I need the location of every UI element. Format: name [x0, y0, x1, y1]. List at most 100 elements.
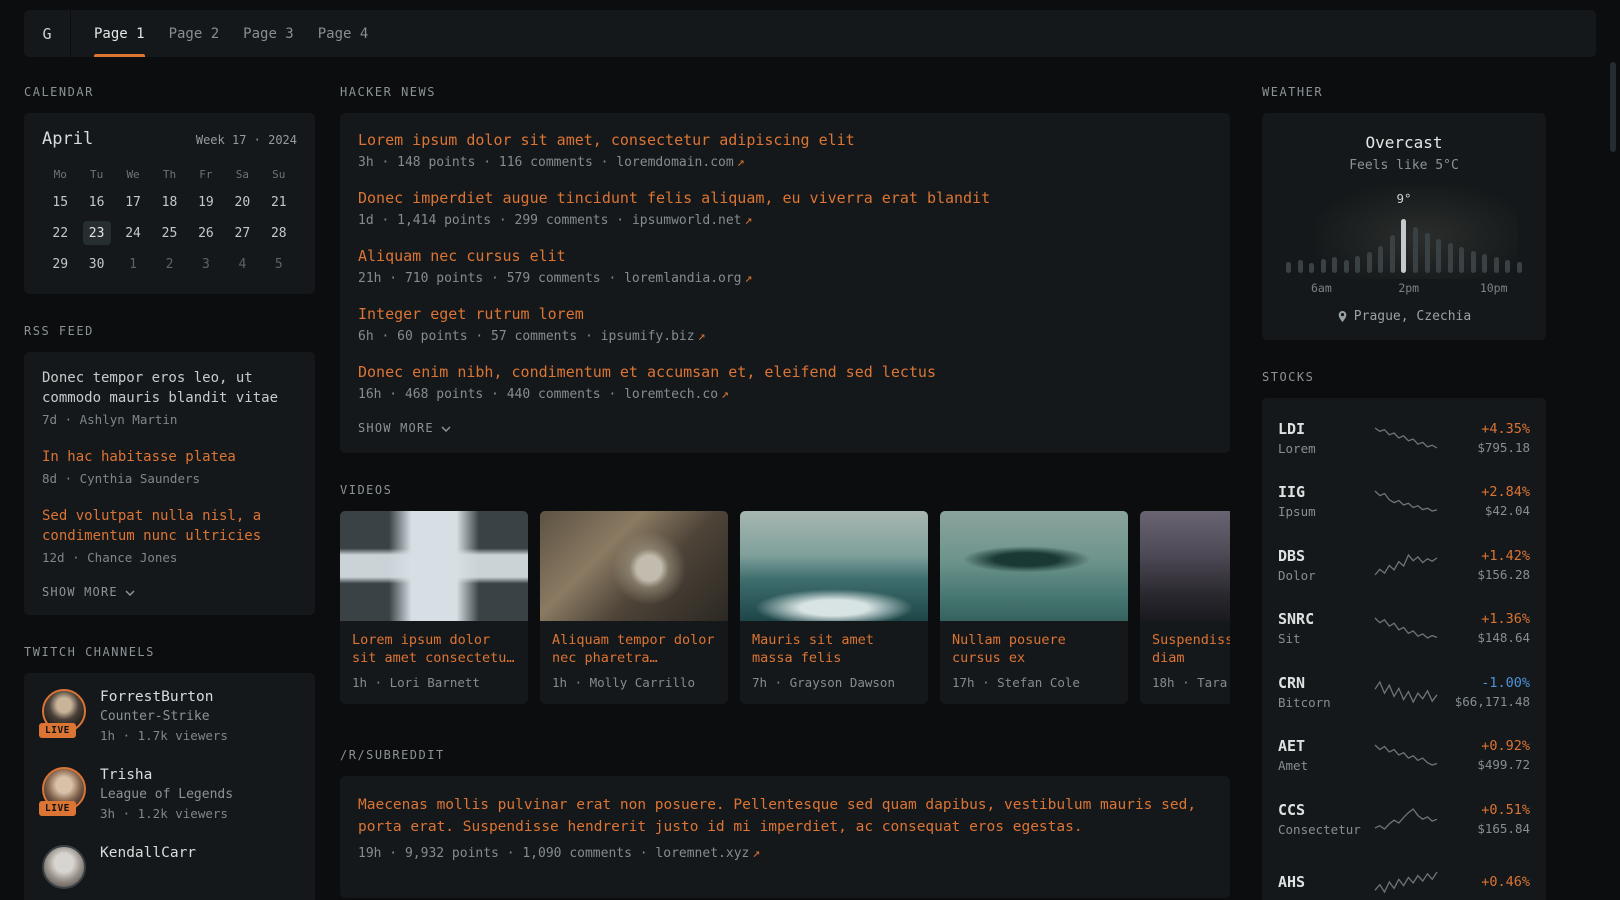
right-column: WEATHER Overcast Feels like 5°C 9° 6am 2…	[1262, 85, 1546, 900]
video-card[interactable]: Lorem ipsum dolor sit amet consectetu… 1…	[340, 511, 528, 704]
stock-row[interactable]: SNRC Sit +1.36% $148.64	[1278, 597, 1530, 661]
stocks-section-title: STOCKS	[1262, 370, 1546, 384]
stock-price: $165.84	[1438, 821, 1530, 836]
weather-location-label: Prague, Czechia	[1354, 309, 1471, 324]
video-thumbnail[interactable]	[740, 511, 928, 621]
video-meta: 18h · Tara	[1152, 675, 1230, 690]
hn-item-source[interactable]: loremtech.co↗	[624, 387, 729, 402]
stock-ticker: IIG	[1278, 483, 1374, 501]
weather-location: Prague, Czechia	[1280, 309, 1528, 324]
calendar-day: 29	[42, 252, 78, 276]
hackernews-widget: HACKER NEWS Lorem ipsum dolor sit amet, …	[340, 85, 1230, 453]
hn-item-title[interactable]: Integer eget rutrum lorem	[358, 305, 1212, 324]
stock-change: +4.35%	[1438, 421, 1530, 437]
reddit-post: Maecenas mollis pulvinar erat non posuer…	[358, 794, 1212, 862]
stocks-widget: STOCKS LDI Lorem +4.35% $795.18	[1262, 370, 1546, 900]
video-thumbnail[interactable]	[340, 511, 528, 621]
videos-widget: VIDEOS Lorem ipsum dolor sit amet consec…	[340, 483, 1230, 704]
video-title[interactable]: Lorem ipsum dolor sit amet consectetu…	[352, 631, 516, 667]
avatar: LIVE	[42, 689, 86, 733]
stock-row[interactable]: CCS Consectetur +0.51% $165.84	[1278, 787, 1530, 851]
stock-row[interactable]: CRN Bitcorn -1.00% $66,171.48	[1278, 660, 1530, 724]
hn-item-title[interactable]: Donec imperdiet augue tincidunt felis al…	[358, 189, 1212, 208]
weather-chart: 9°	[1286, 191, 1522, 273]
stock-row[interactable]: LDI Lorem +4.35% $795.18	[1278, 406, 1530, 470]
left-column: CALENDAR April Week 17 · 2024 Mo Tu We T…	[24, 85, 315, 900]
videos-row: Lorem ipsum dolor sit amet consectetu… 1…	[340, 511, 1230, 704]
channel-info: KendallCarr	[100, 845, 196, 889]
video-thumbnail[interactable]	[540, 511, 728, 621]
reddit-post-title[interactable]: Maecenas mollis pulvinar erat non posuer…	[358, 794, 1212, 838]
twitch-channel[interactable]: LIVE ForrestBurton Counter-Strike 1h · 1…	[42, 689, 297, 743]
rss-item-title[interactable]: Donec tempor eros leo, ut commodo mauris…	[42, 368, 297, 408]
stock-row[interactable]: AHS +0.46%	[1278, 851, 1530, 900]
video-card[interactable]: Mauris sit amet massa felis 7h · Grayson…	[740, 511, 928, 704]
show-more-label: SHOW MORE	[42, 585, 118, 599]
stock-sparkline	[1374, 679, 1438, 705]
stock-name: Lorem	[1278, 441, 1374, 456]
calendar-grid: Mo Tu We Th Fr Sa Su 15 16 17 18 19 20 2…	[42, 165, 297, 276]
twitch-card: LIVE ForrestBurton Counter-Strike 1h · 1…	[24, 673, 315, 900]
hn-item-title[interactable]: Donec enim nibh, condimentum et accumsan…	[358, 363, 1212, 382]
stocks-card: LDI Lorem +4.35% $795.18 IIG Ipsum	[1262, 398, 1546, 900]
video-card[interactable]: Aliquam tempor dolor nec pharetra… 1h · …	[540, 511, 728, 704]
video-title[interactable]: Mauris sit amet massa felis	[752, 631, 916, 667]
stock-ticker: DBS	[1278, 547, 1374, 565]
weather-condition: Overcast	[1280, 133, 1528, 152]
external-link-icon: ↗	[752, 846, 760, 861]
rss-show-more-button[interactable]: SHOW MORE	[42, 585, 135, 599]
hn-item-source[interactable]: loremdomain.com↗	[616, 155, 744, 170]
rss-item-meta: 8d · Cynthia Saunders	[42, 471, 297, 486]
hackernews-card: Lorem ipsum dolor sit amet, consectetur …	[340, 113, 1230, 453]
hn-item-source[interactable]: loremlandia.org↗	[624, 271, 752, 286]
stock-id: DBS Dolor	[1278, 547, 1374, 583]
calendar-day-header: Su	[261, 165, 297, 183]
hn-item-meta: 21h · 710 points · 579 comments · loreml…	[358, 271, 1212, 287]
twitch-channel[interactable]: LIVE Trisha League of Legends 3h · 1.2k …	[42, 767, 297, 821]
hn-item-stats: 16h · 468 points · 440 comments ·	[358, 387, 624, 402]
tab-page-4[interactable]: Page 4	[318, 10, 369, 57]
hn-item-source[interactable]: ipsumworld.net↗	[632, 213, 752, 228]
avatar	[42, 845, 86, 889]
logo[interactable]: G	[24, 10, 71, 57]
calendar-header: April Week 17 · 2024	[42, 129, 297, 149]
tab-page-2[interactable]: Page 2	[169, 10, 220, 57]
video-card[interactable]: Nullam posuere cursus ex 17h · Stefan Co…	[940, 511, 1128, 704]
hn-show-more-button[interactable]: SHOW MORE	[358, 421, 451, 435]
subreddit-card: Maecenas mollis pulvinar erat non posuer…	[340, 776, 1230, 898]
rss-section-title: RSS FEED	[24, 324, 315, 338]
stock-sparkline	[1374, 552, 1438, 578]
stock-ticker: SNRC	[1278, 610, 1374, 628]
hn-item-source[interactable]: ipsumify.biz↗	[601, 329, 706, 344]
hn-item-meta: 1d · 1,414 points · 299 comments · ipsum…	[358, 213, 1212, 229]
reddit-post-source[interactable]: loremnet.xyz↗	[655, 846, 760, 861]
video-thumbnail[interactable]	[1140, 511, 1230, 621]
calendar-day-header: We	[115, 165, 151, 183]
channel-name[interactable]: KendallCarr	[100, 845, 196, 861]
stock-row[interactable]: IIG Ipsum +2.84% $42.04	[1278, 470, 1530, 534]
calendar-day-selected: 23	[83, 221, 111, 245]
stock-row[interactable]: DBS Dolor +1.42% $156.28	[1278, 533, 1530, 597]
video-thumbnail[interactable]	[940, 511, 1128, 621]
channel-name[interactable]: ForrestBurton	[100, 689, 228, 705]
stock-row[interactable]: AET Amet +0.92% $499.72	[1278, 724, 1530, 788]
page-tabs: Page 1 Page 2 Page 3 Page 4	[94, 10, 368, 57]
calendar-day-header: Sa	[224, 165, 260, 183]
tab-page-1[interactable]: Page 1	[94, 10, 145, 57]
hn-item-title[interactable]: Aliquam nec cursus elit	[358, 247, 1212, 266]
channel-name[interactable]: Trisha	[100, 767, 233, 783]
content: CALENDAR April Week 17 · 2024 Mo Tu We T…	[0, 57, 1620, 900]
rss-item-title[interactable]: Sed volutpat nulla nisl, a condimentum n…	[42, 506, 297, 546]
video-card[interactable]: Suspendisse diam 18h · Tara	[1140, 511, 1230, 704]
rss-item-title[interactable]: In hac habitasse platea	[42, 447, 297, 467]
video-title[interactable]: Suspendisse diam	[1152, 631, 1230, 667]
hn-item-title[interactable]: Lorem ipsum dolor sit amet, consectetur …	[358, 131, 1212, 150]
videos-section-title: VIDEOS	[340, 483, 1230, 497]
twitch-channel[interactable]: KendallCarr	[42, 845, 297, 889]
stock-ticker: LDI	[1278, 420, 1374, 438]
scrollbar[interactable]	[1610, 62, 1616, 152]
tab-page-3[interactable]: Page 3	[243, 10, 294, 57]
video-title[interactable]: Aliquam tempor dolor nec pharetra…	[552, 631, 716, 667]
video-title[interactable]: Nullam posuere cursus ex	[952, 631, 1116, 667]
subreddit-section-title: /R/SUBREDDIT	[340, 748, 1230, 762]
